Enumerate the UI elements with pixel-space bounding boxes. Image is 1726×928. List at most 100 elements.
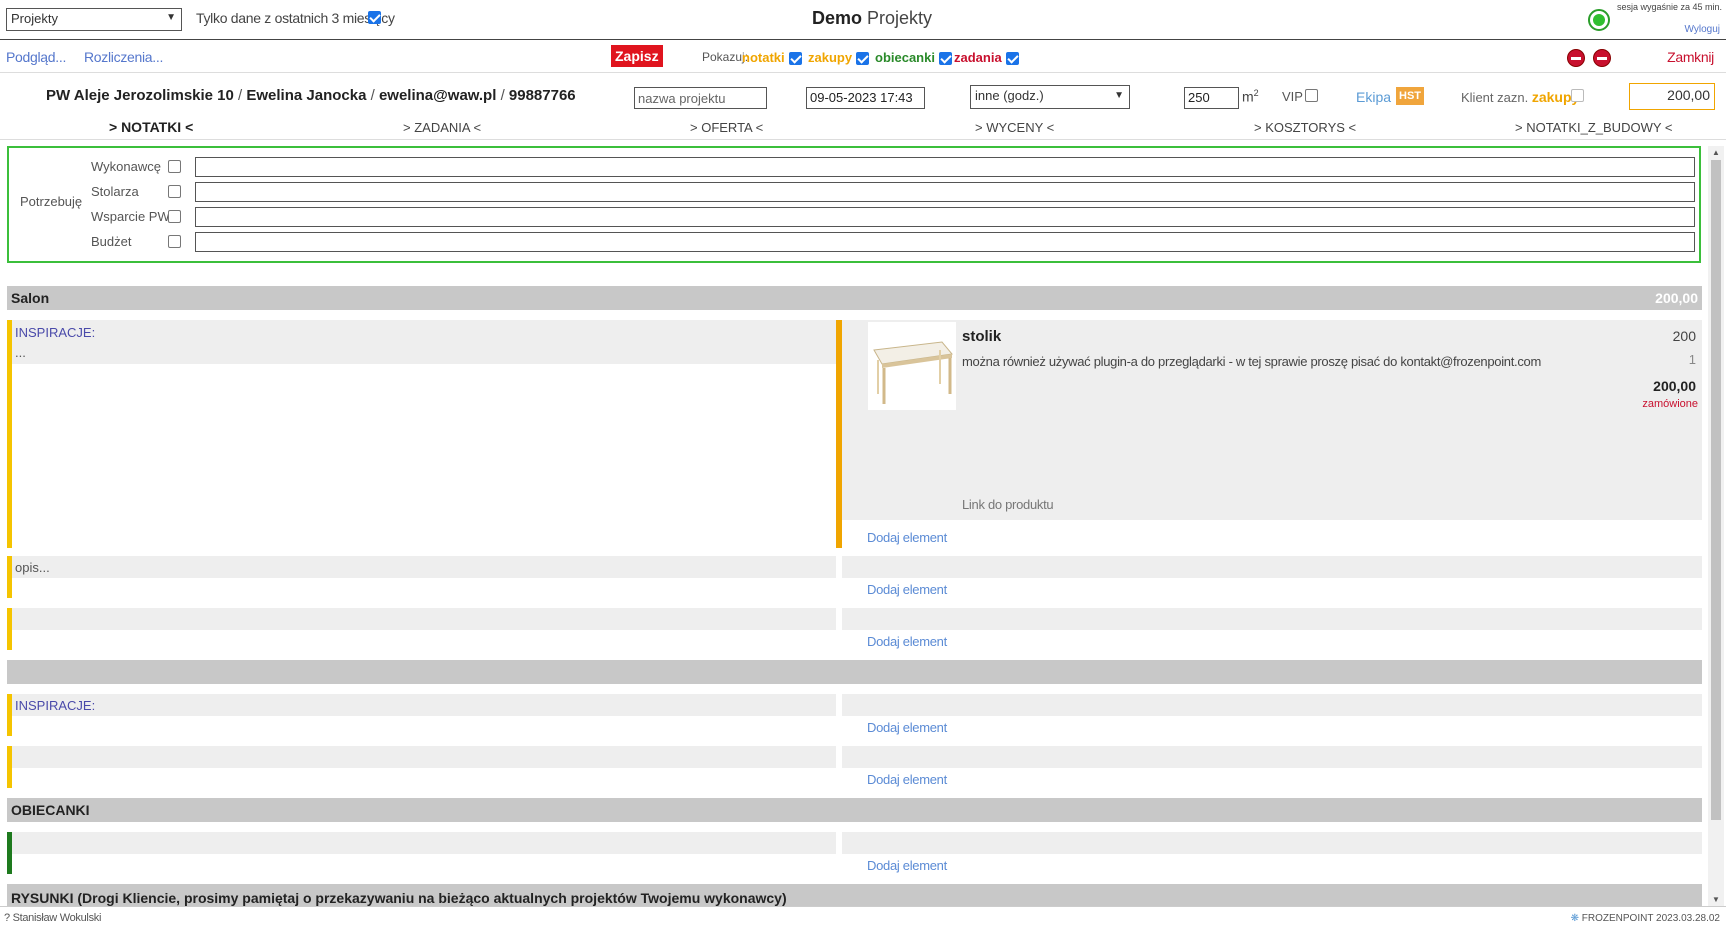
need-row-carpenter: Stolarza <box>91 181 1695 203</box>
project-type-select[interactable]: inne (godz.) ▼ <box>970 85 1130 109</box>
tab-tasks[interactable]: > ZADANIA < <box>403 120 481 135</box>
need-input[interactable] <box>195 207 1695 227</box>
note-text[interactable]: opis... <box>15 560 50 575</box>
tab-offer[interactable]: > OFERTA < <box>690 120 763 135</box>
client-phone: 99887766 <box>508 87 576 104</box>
section-title: RYSUNKI (Drogi Kliencie, prosimy pamięta… <box>11 890 787 906</box>
project-name-input[interactable] <box>634 87 767 109</box>
save-button[interactable]: Zapisz <box>611 45 663 67</box>
brand-icon: ❋ <box>1570 913 1579 924</box>
tab-site-notes[interactable]: > NOTATKI_Z_BUDOWY < <box>1515 120 1672 135</box>
need-checkbox[interactable] <box>168 185 181 198</box>
need-label: Stolarza <box>91 184 139 199</box>
need-checkbox[interactable] <box>168 235 181 248</box>
filter-notes[interactable]: notatki <box>742 50 802 66</box>
footer: ? Stanisław Wokulski ❋ FROZENPOINT 2023.… <box>0 906 1726 928</box>
product-card[interactable]: stolik można również używać plugin-a do … <box>842 320 1702 520</box>
tab-cost-estimate[interactable]: > KOSZTORYS < <box>1254 120 1356 135</box>
section-header-drawings[interactable]: RYSUNKI (Drogi Kliencie, prosimy pamięta… <box>7 884 1702 906</box>
module-select[interactable]: Projekty ▼ <box>6 8 182 31</box>
note-header <box>12 832 836 854</box>
note-inspiration[interactable]: INSPIRACJE: ... <box>7 320 836 548</box>
add-element-link[interactable]: Dodaj element <box>867 858 947 873</box>
scrollbar[interactable]: ▲ ▼ <box>1708 146 1724 906</box>
note-empty[interactable] <box>7 608 836 650</box>
action-bar: Podgląd... Rozliczenia... Zapisz Pokazuj… <box>0 41 1726 73</box>
tab-quotes[interactable]: > WYCENY < <box>975 120 1054 135</box>
note-right-bar <box>842 608 1702 630</box>
area-input[interactable]: 250 <box>1184 87 1239 109</box>
tab-notes[interactable]: > NOTATKI < <box>109 119 193 135</box>
online-status-icon <box>1588 9 1610 31</box>
need-row-budget: Budżet <box>91 231 1695 253</box>
inspiration-label: INSPIRACJE: <box>15 325 96 340</box>
filter-tasks-label: zadania <box>954 50 1002 65</box>
date-input[interactable]: 09-05-2023 17:43 <box>806 87 925 109</box>
product-description: można również używać plugin-a do przeglą… <box>962 354 1542 369</box>
crew-link[interactable]: Ekipa <box>1356 89 1391 105</box>
settlements-link[interactable]: Rozliczenia... <box>84 49 163 65</box>
section-title: OBIECANKI <box>11 802 90 818</box>
filter-tasks-checkbox[interactable] <box>1005 52 1019 66</box>
note-description[interactable]: opis... <box>7 556 836 598</box>
section-header-salon[interactable]: Salon 200,00 <box>7 286 1702 310</box>
filter-tasks[interactable]: zadania <box>954 50 1019 66</box>
note-text[interactable]: ... <box>15 345 26 360</box>
remove-icon[interactable] <box>1593 49 1611 67</box>
footer-user[interactable]: ? Stanisław Wokulski <box>4 912 101 924</box>
inspiration-label: INSPIRACJE: <box>15 698 96 713</box>
preview-link[interactable]: Podgląd... <box>6 49 66 65</box>
need-label: Wsparcie PW <box>91 209 170 224</box>
separator: / <box>370 87 375 104</box>
add-element-link[interactable]: Dodaj element <box>867 530 947 545</box>
need-input[interactable] <box>195 157 1695 177</box>
section-header-untitled[interactable] <box>7 660 1702 684</box>
add-element-link[interactable]: Dodaj element <box>867 772 947 787</box>
filter-purchases[interactable]: zakupy <box>808 50 870 66</box>
add-element-link[interactable]: Dodaj element <box>867 582 947 597</box>
need-input[interactable] <box>195 232 1695 252</box>
close-link[interactable]: Zamknij <box>1667 49 1714 65</box>
hst-badge[interactable]: HST <box>1396 87 1424 105</box>
product-link[interactable]: Link do produktu <box>962 497 1054 512</box>
vip-label: VIP <box>1282 89 1303 104</box>
note-empty[interactable] <box>7 746 836 788</box>
product-name: stolik <box>962 328 1002 345</box>
chevron-down-icon: ▼ <box>1114 90 1124 101</box>
need-row-support: Wsparcie PW <box>91 206 1695 228</box>
notes-content: Salon 200,00 INSPIRACJE: ... stolik możn… <box>7 286 1702 906</box>
area-unit: m2 <box>1242 88 1259 105</box>
scroll-thumb[interactable] <box>1711 160 1721 820</box>
filter-purchases-checkbox[interactable] <box>856 52 870 66</box>
session-timer: sesja wygaśnie za 45 min. <box>1616 2 1722 12</box>
vip-checkbox[interactable] <box>1305 89 1318 102</box>
add-element-link[interactable]: Dodaj element <box>867 634 947 649</box>
add-element-link[interactable]: Dodaj element <box>867 720 947 735</box>
need-input[interactable] <box>195 182 1695 202</box>
scroll-down-icon[interactable]: ▼ <box>1712 895 1720 904</box>
needs-panel: Potrzebuję Wykonawcę Stolarza Wsparcie P… <box>7 146 1701 263</box>
section-header-promises[interactable]: OBIECANKI <box>7 798 1702 822</box>
note-promise[interactable] <box>7 832 836 874</box>
total-amount-input[interactable]: 200,00 <box>1629 83 1715 110</box>
note-header <box>12 556 836 578</box>
area-unit-sup: 2 <box>1253 88 1259 98</box>
footer-brand-text: FROZENPOINT 2023.03.28.02 <box>1581 913 1720 924</box>
note-header <box>12 608 836 630</box>
app-title: Demo Projekty <box>812 8 932 29</box>
note-inspiration[interactable]: INSPIRACJE: <box>7 694 836 736</box>
filter-promises-checkbox[interactable] <box>938 52 952 66</box>
filter-notes-checkbox[interactable] <box>788 52 802 66</box>
recent-only-checkbox[interactable] <box>368 11 381 24</box>
note-right-bar <box>842 832 1702 854</box>
client-marked-checkbox[interactable] <box>1571 89 1584 102</box>
scroll-up-icon[interactable]: ▲ <box>1712 148 1720 157</box>
filter-promises[interactable]: obiecanki <box>875 50 952 66</box>
need-checkbox[interactable] <box>168 160 181 173</box>
chevron-down-icon: ▼ <box>166 12 176 23</box>
need-checkbox[interactable] <box>168 210 181 223</box>
remove-icon[interactable] <box>1567 49 1585 67</box>
separator: / <box>238 87 243 104</box>
logout-link[interactable]: Wyloguj <box>1685 24 1720 35</box>
needs-title: Potrzebuję <box>20 194 83 209</box>
